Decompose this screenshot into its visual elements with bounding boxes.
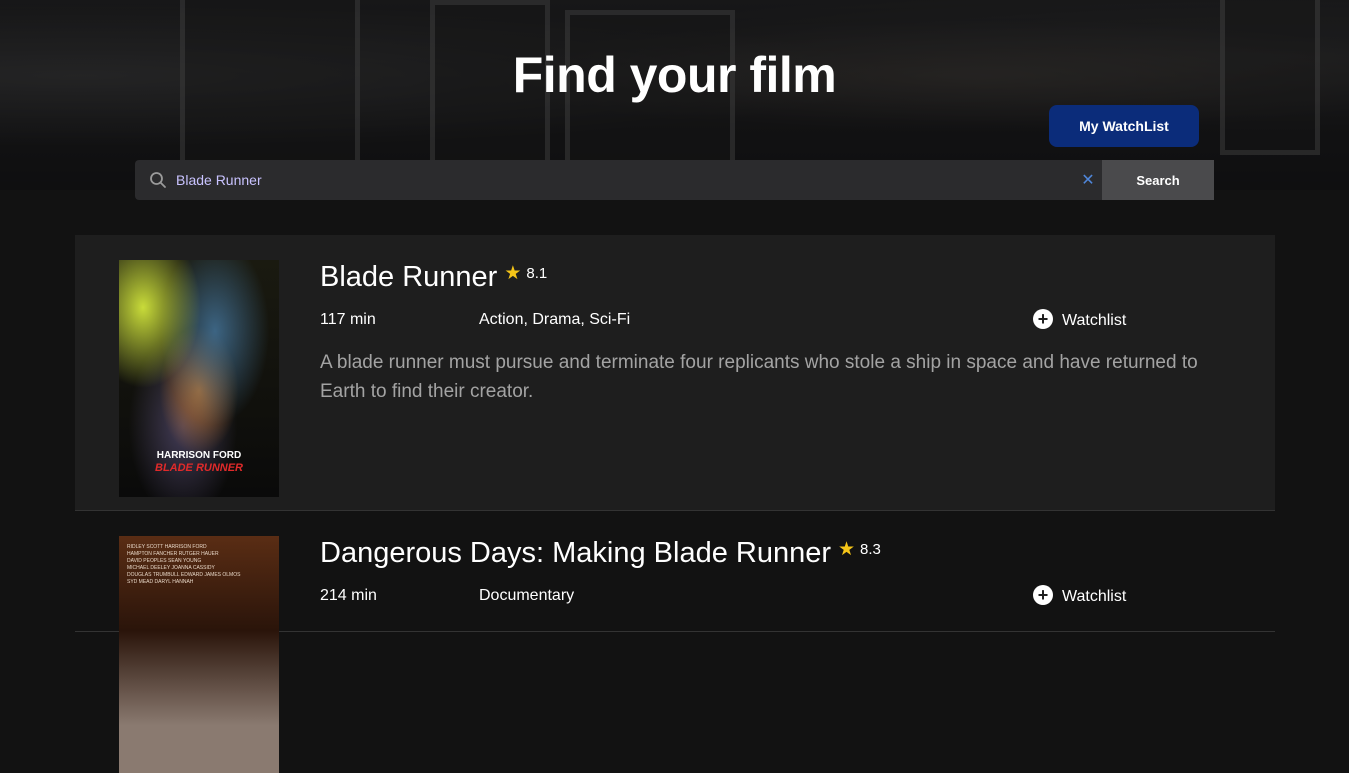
movie-card: HARRISON FORD BLADE RUNNER Blade Runner …: [75, 235, 1275, 511]
movie-title[interactable]: Dangerous Days: Making Blade Runner: [320, 537, 831, 570]
movie-genres: Action, Drama, Sci-Fi: [479, 311, 631, 328]
add-to-watchlist-button[interactable]: + Watchlist: [1033, 309, 1126, 329]
movie-title[interactable]: Blade Runner: [320, 261, 497, 294]
movie-poster[interactable]: HARRISON FORD BLADE RUNNER: [119, 260, 279, 497]
movie-plot: A blade runner must pursue and terminate…: [320, 352, 1198, 402]
watchlist-label: Watchlist: [1062, 312, 1127, 329]
movie-runtime: 117 min: [320, 311, 376, 328]
my-watchlist-button[interactable]: My WatchList: [1049, 105, 1199, 147]
add-to-watchlist-button[interactable]: + Watchlist: [1033, 585, 1126, 605]
movie-rating: 8.1: [526, 265, 548, 282]
star-icon: ★: [504, 263, 522, 284]
search-bar: ✕ Search: [135, 160, 1214, 200]
movie-title-row: Dangerous Days: Making Blade Runner ★ 8.…: [320, 537, 881, 570]
search-button[interactable]: Search: [1102, 160, 1214, 200]
search-icon: [148, 170, 168, 190]
page-title: Find your film: [512, 47, 837, 103]
star-icon: ★: [838, 539, 856, 560]
movie-title-row: Blade Runner ★ 8.1: [320, 261, 547, 294]
movie-genres: Documentary: [479, 587, 575, 604]
poster-title-text: BLADE RUNNER: [155, 462, 243, 474]
results-list: HARRISON FORD BLADE RUNNER Blade Runner …: [75, 235, 1275, 773]
movie-rating: 8.3: [860, 541, 881, 558]
watchlist-label: Watchlist: [1062, 588, 1127, 605]
close-icon[interactable]: ✕: [1080, 172, 1096, 189]
plus-circle-icon: +: [1033, 309, 1053, 329]
movie-poster[interactable]: RIDLEY SCOTT HARRISON FORD HAMPTON FANCH…: [119, 536, 279, 773]
plus-circle-icon: +: [1033, 585, 1053, 605]
poster-credits-art: RIDLEY SCOTT HARRISON FORD HAMPTON FANCH…: [127, 544, 241, 585]
movie-runtime: 214 min: [320, 587, 377, 604]
search-input[interactable]: [168, 161, 1080, 199]
movie-card: RIDLEY SCOTT HARRISON FORD HAMPTON FANCH…: [75, 511, 1275, 773]
poster-actor-text: HARRISON FORD: [156, 450, 242, 461]
